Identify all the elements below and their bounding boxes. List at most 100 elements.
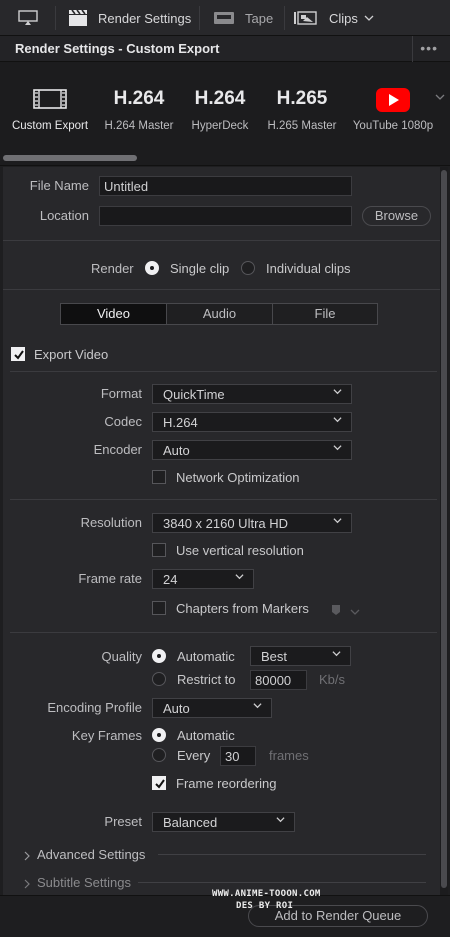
export-video-checkbox[interactable] (11, 347, 25, 361)
chevron-down-icon (333, 417, 342, 423)
tab-audio[interactable]: Audio (167, 304, 272, 324)
tab-file[interactable]: File (273, 304, 377, 324)
export-video-label: Export Video (34, 347, 109, 362)
preset-select[interactable]: Balanced (152, 812, 295, 832)
preset-hyperdeck[interactable]: H.264 HyperDeck (184, 62, 256, 166)
quality-label: Quality (101, 649, 142, 664)
chevron-down-icon (253, 703, 262, 709)
top-toolbar: Render Settings Tape Clips (0, 0, 450, 36)
format-select[interactable]: QuickTime (152, 384, 352, 404)
encoding-profile-value: Auto (163, 701, 190, 716)
key-frames-automatic-label: Automatic (177, 728, 235, 743)
clapperboard-icon (68, 9, 88, 27)
encoder-select[interactable]: Auto (152, 440, 352, 460)
chevron-down-icon (332, 651, 341, 657)
preset-codec-text: H.265 (276, 88, 328, 109)
advanced-settings-section[interactable]: Advanced Settings (22, 846, 432, 864)
render-settings-tab[interactable]: Render Settings (68, 0, 191, 36)
quality-automatic-label: Automatic (177, 649, 235, 664)
chapters-from-markers-checkbox[interactable] (152, 601, 166, 615)
chevron-down-icon[interactable] (350, 604, 360, 619)
preset-h264-master[interactable]: H.264 H.264 Master (101, 62, 177, 166)
key-frames-every-label: Every (177, 748, 211, 763)
vertical-resolution-label: Use vertical resolution (176, 543, 304, 558)
panel-scrollbar[interactable] (440, 167, 448, 895)
tape-label: Tape (245, 10, 274, 26)
vertical-resolution-checkbox[interactable] (152, 543, 166, 557)
frame-reordering-checkbox[interactable] (152, 776, 166, 790)
encoder-value: Auto (163, 443, 190, 458)
preset-label: Preset (104, 814, 142, 829)
frame-rate-value: 24 (163, 572, 178, 587)
preset-h265-master[interactable]: H.265 H.265 Master (264, 62, 340, 166)
preset-label: YouTube 1080p (352, 120, 434, 132)
scrollbar-thumb[interactable] (441, 170, 447, 888)
file-name-label: File Name (29, 178, 89, 193)
chevron-down-icon[interactable] (435, 90, 445, 104)
film-icon (33, 89, 67, 112)
youtube-icon (376, 88, 410, 115)
marker-icon (331, 604, 341, 619)
chevron-down-icon (364, 14, 374, 22)
tape-tab[interactable]: Tape (213, 0, 273, 36)
individual-clips-radio[interactable] (241, 261, 255, 275)
restrict-to-radio[interactable] (152, 672, 166, 686)
chevron-right-icon (24, 877, 30, 892)
frame-reordering-label: Frame reordering (176, 776, 277, 791)
frame-rate-label: Frame rate (78, 571, 142, 586)
single-clip-radio[interactable] (145, 261, 159, 275)
subtitle-settings-label: Subtitle Settings (37, 875, 131, 890)
codec-select[interactable]: H.264 (152, 412, 352, 432)
format-value: QuickTime (163, 387, 225, 402)
preset-label: HyperDeck (191, 120, 249, 132)
render-presets-strip: Custom Export H.264 H.264 Master H.264 H… (0, 62, 450, 166)
chevron-down-icon (333, 389, 342, 395)
key-frames-every-radio[interactable] (152, 748, 166, 762)
more-options-icon[interactable]: ••• (420, 40, 438, 56)
network-optimization-label: Network Optimization (176, 470, 300, 485)
preset-youtube-1080p[interactable]: YouTube 1080p (349, 62, 437, 166)
individual-clips-label: Individual clips (266, 261, 351, 276)
frame-rate-select[interactable]: 24 (152, 569, 254, 589)
preset-value: Balanced (163, 815, 218, 830)
watermark-line: WWW.ANIME-TOOON.COM (212, 889, 321, 899)
settings-tabs: Video Audio File (60, 303, 378, 325)
key-frames-unit: frames (269, 748, 309, 763)
render-settings-label: Render Settings (98, 10, 192, 26)
chapters-from-markers-label: Chapters from Markers (176, 601, 309, 616)
quality-level-select[interactable]: Best (250, 646, 351, 666)
browse-button[interactable]: Browse (362, 206, 431, 226)
panel-title: Render Settings - Custom Export (15, 41, 220, 56)
single-clip-label: Single clip (170, 261, 230, 276)
encoding-profile-select[interactable]: Auto (152, 698, 272, 718)
codec-value: H.264 (163, 415, 198, 430)
advanced-settings-label: Advanced Settings (37, 847, 146, 862)
monitor-icon[interactable] (18, 0, 38, 36)
key-frames-interval-input[interactable]: 30 (220, 746, 256, 766)
key-frames-automatic-radio[interactable] (152, 728, 166, 742)
clips-icon (293, 10, 319, 26)
encoding-profile-label: Encoding Profile (47, 700, 142, 715)
chevron-down-icon (333, 445, 342, 451)
quality-level-value: Best (261, 649, 288, 664)
clips-label: Clips (329, 10, 358, 26)
preset-custom-export[interactable]: Custom Export (6, 62, 94, 166)
watermark: WWW.ANIME-TOOON.COM DES BY ROI (212, 888, 321, 912)
preset-label: H.264 Master (104, 120, 174, 132)
clips-tab[interactable]: Clips (293, 0, 374, 36)
resolution-select[interactable]: 3840 x 2160 Ultra HD (152, 513, 352, 533)
encoder-label: Encoder (93, 442, 142, 457)
preset-label: H.265 Master (267, 120, 337, 132)
tab-video[interactable]: Video (61, 304, 166, 324)
quality-automatic-radio[interactable] (152, 649, 166, 663)
panel-header: Render Settings - Custom Export ••• (0, 36, 450, 62)
bitrate-input[interactable]: 80000 (250, 670, 307, 690)
chevron-down-icon (235, 574, 244, 580)
location-input[interactable] (99, 206, 352, 226)
presets-scrollbar[interactable] (3, 155, 137, 161)
bitrate-unit: Kb/s (319, 672, 346, 687)
preset-codec-text: H.264 (113, 88, 165, 109)
format-label: Format (100, 386, 142, 401)
file-name-input[interactable]: Untitled (99, 176, 352, 196)
network-optimization-checkbox[interactable] (152, 470, 166, 484)
